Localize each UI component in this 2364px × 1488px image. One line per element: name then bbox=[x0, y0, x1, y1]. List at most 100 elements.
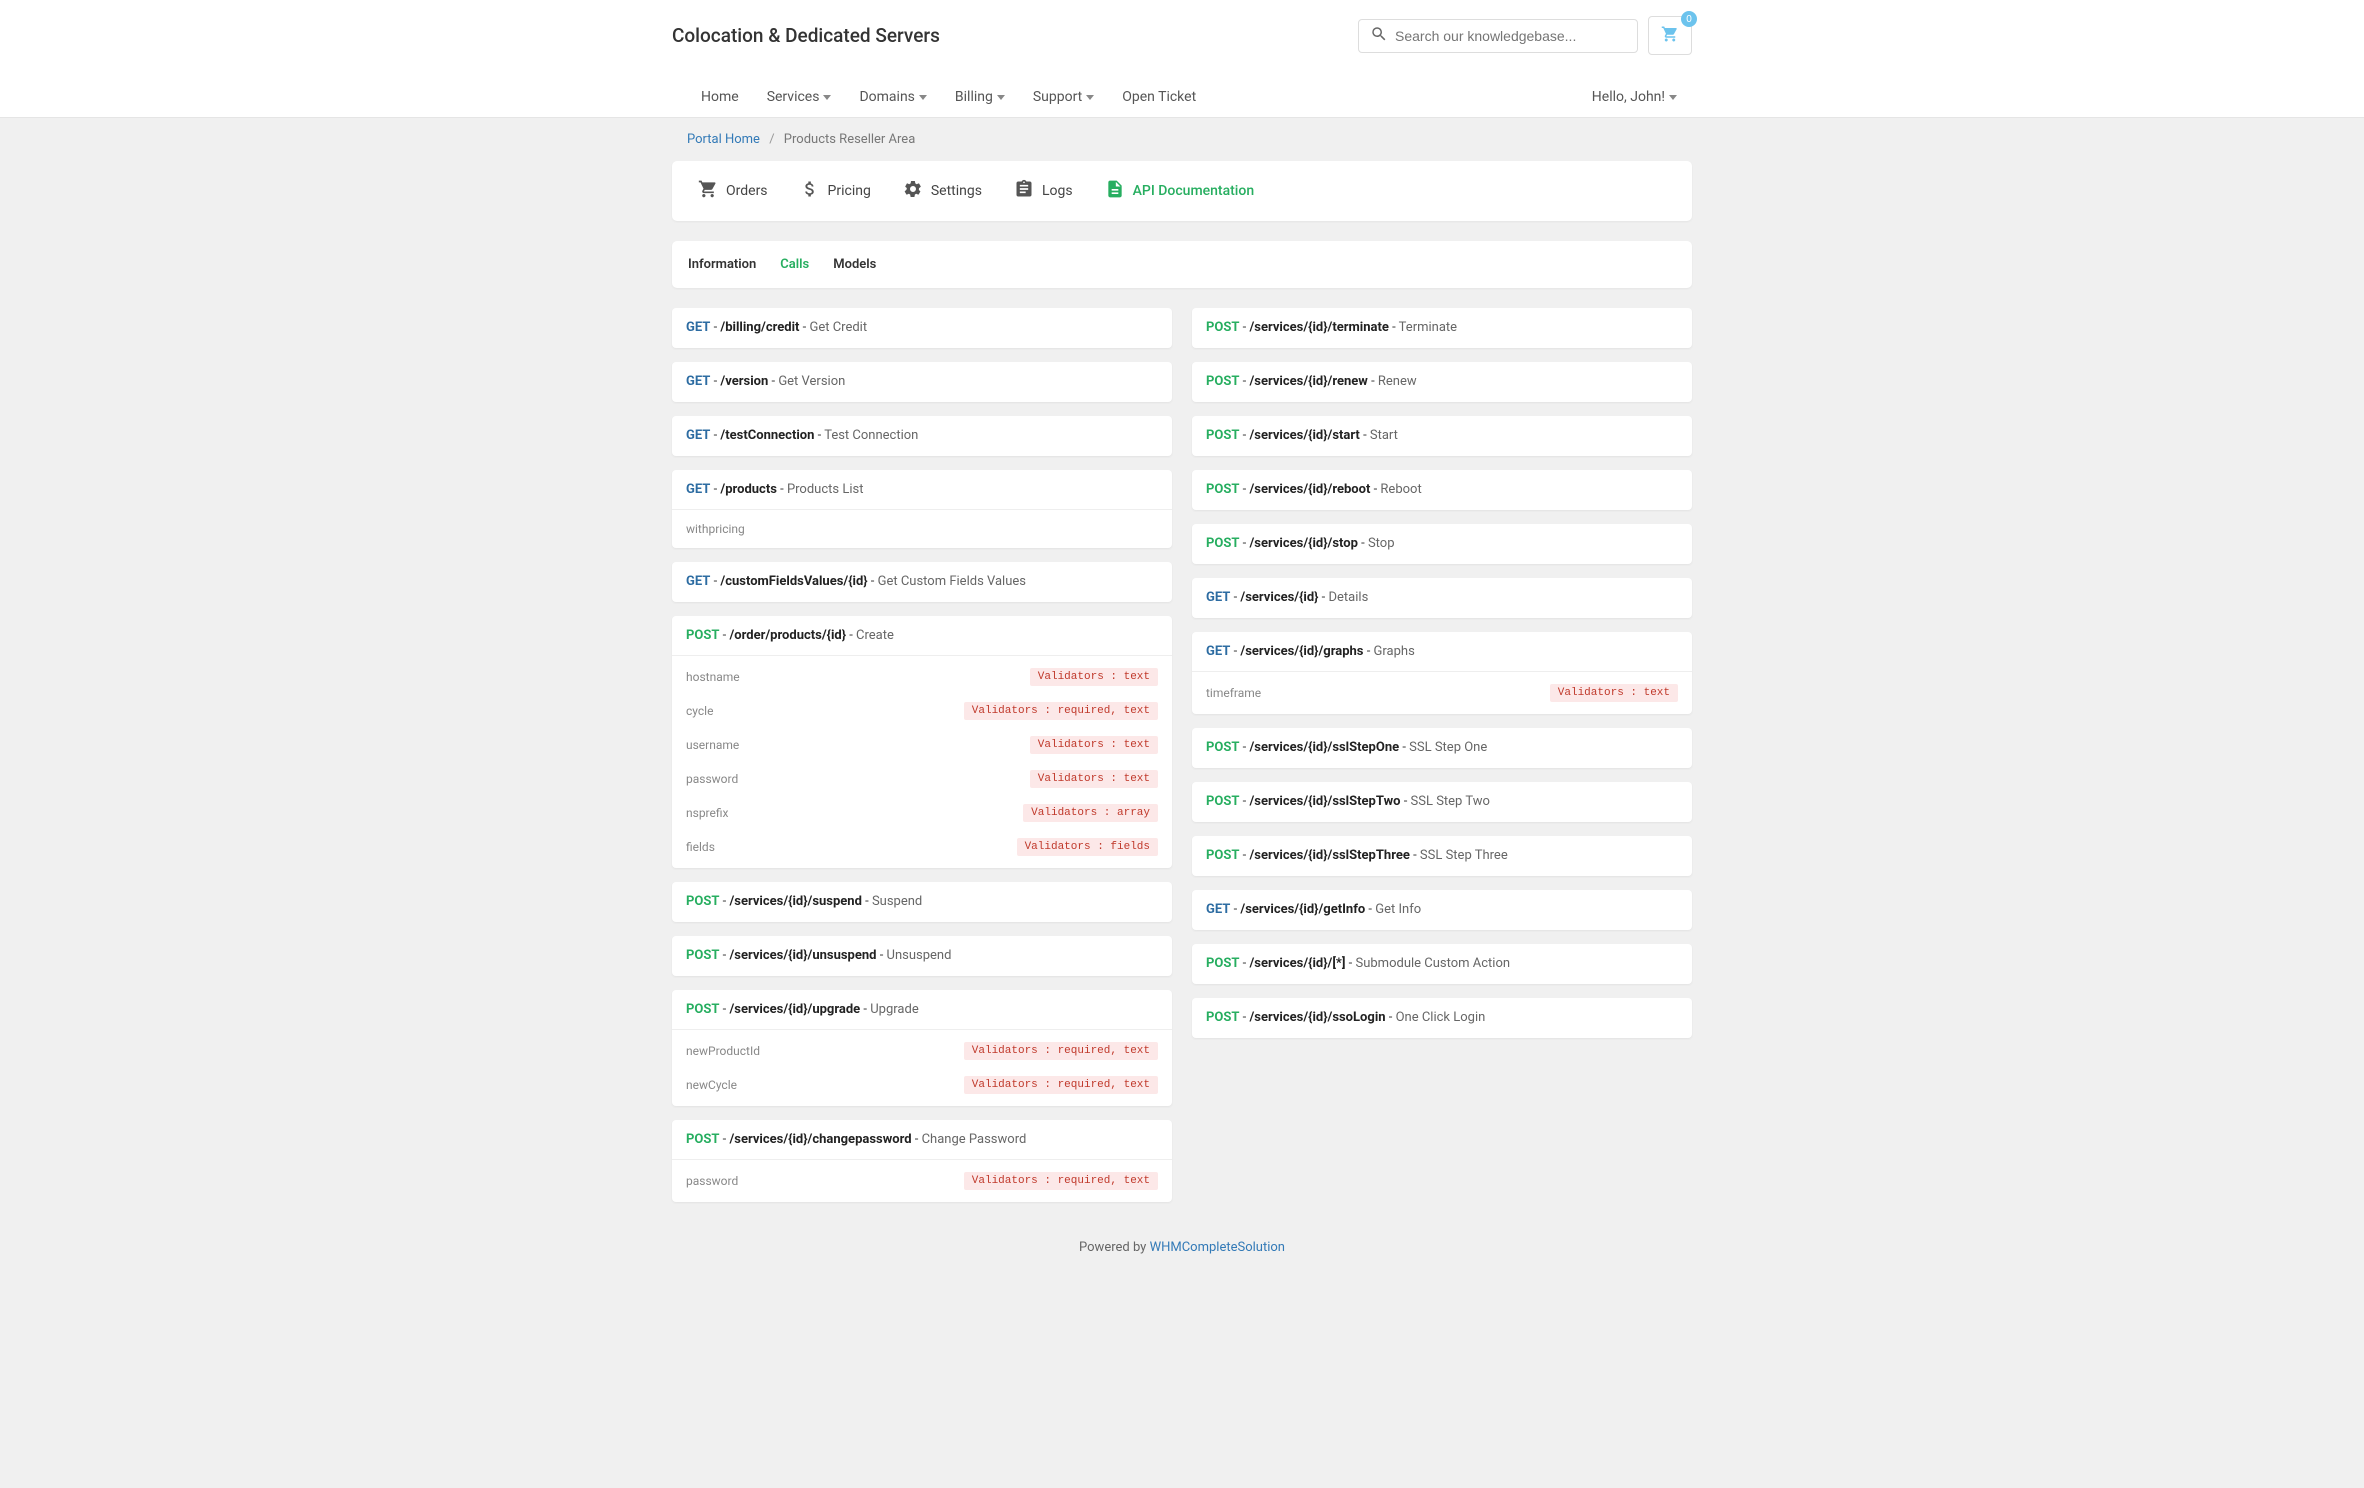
validator-chip: Validators : text bbox=[1030, 736, 1158, 754]
api-param-row: withpricing bbox=[672, 514, 1172, 544]
api-endpoint-header[interactable]: GET - /billing/credit - Get Credit bbox=[672, 308, 1172, 348]
validator-chip: Validators : text bbox=[1550, 684, 1678, 702]
api-method: POST bbox=[1206, 374, 1239, 389]
search-input[interactable] bbox=[1358, 19, 1638, 53]
api-endpoint-header[interactable]: GET - /services/{id}/graphs - Graphs bbox=[1192, 632, 1692, 672]
api-param-row: newCycleValidators : required, text bbox=[672, 1068, 1172, 1102]
validator-chip: Validators : required, text bbox=[964, 702, 1158, 720]
api-method: GET bbox=[1206, 902, 1230, 917]
footer-link[interactable]: WHMCompleteSolution bbox=[1150, 1240, 1285, 1255]
api-endpoint-header[interactable]: GET - /testConnection - Test Connection bbox=[672, 416, 1172, 456]
chevron-down-icon bbox=[1086, 95, 1094, 100]
api-endpoint-header[interactable]: GET - /version - Get Version bbox=[672, 362, 1172, 402]
api-description: SSL Step Three bbox=[1420, 848, 1508, 863]
api-endpoint-header[interactable]: GET - /services/{id} - Details bbox=[1192, 578, 1692, 618]
gear-icon bbox=[903, 179, 923, 203]
api-endpoint-header[interactable]: POST - /services/{id}/sslStepTwo - SSL S… bbox=[1192, 782, 1692, 822]
api-param-row: usernameValidators : text bbox=[672, 728, 1172, 762]
api-path: /customFieldsValues/{id} bbox=[720, 574, 867, 589]
tab-logs[interactable]: Logs bbox=[998, 173, 1089, 209]
api-endpoint: GET - /services/{id} - Details bbox=[1192, 578, 1692, 618]
api-endpoint-header[interactable]: POST - /services/{id}/stop - Stop bbox=[1192, 524, 1692, 564]
validator-chip: Validators : text bbox=[1030, 668, 1158, 686]
cart-button[interactable]: 0 bbox=[1648, 16, 1692, 55]
api-endpoint-header[interactable]: POST - /services/{id}/[*] - Submodule Cu… bbox=[1192, 944, 1692, 984]
api-endpoint: POST - /services/{id}/changepassword - C… bbox=[672, 1120, 1172, 1202]
nav-item-home[interactable]: Home bbox=[687, 77, 753, 117]
api-description: Start bbox=[1370, 428, 1398, 443]
api-endpoint-header[interactable]: POST - /services/{id}/suspend - Suspend bbox=[672, 882, 1172, 922]
api-endpoint-header[interactable]: POST - /services/{id}/sslStepThree - SSL… bbox=[1192, 836, 1692, 876]
clipboard-icon bbox=[1014, 179, 1034, 203]
api-endpoint: GET - /services/{id}/graphs - Graphstime… bbox=[1192, 632, 1692, 714]
cart-icon bbox=[1661, 31, 1679, 46]
search-icon bbox=[1370, 25, 1388, 47]
tab-settings[interactable]: Settings bbox=[887, 173, 998, 209]
api-description: Upgrade bbox=[870, 1002, 918, 1017]
chevron-down-icon bbox=[997, 95, 1005, 100]
nav-item-domains[interactable]: Domains bbox=[845, 77, 940, 117]
api-description: SSL Step Two bbox=[1411, 794, 1490, 809]
api-endpoint-header[interactable]: POST - /services/{id}/terminate - Termin… bbox=[1192, 308, 1692, 348]
site-title: Colocation & Dedicated Servers bbox=[672, 24, 940, 47]
api-description: Test Connection bbox=[824, 428, 918, 443]
param-name: password bbox=[686, 1174, 738, 1188]
api-endpoint-header[interactable]: POST - /services/{id}/ssoLogin - One Cli… bbox=[1192, 998, 1692, 1038]
api-endpoint-header[interactable]: POST - /services/{id}/renew - Renew bbox=[1192, 362, 1692, 402]
tab-label: Orders bbox=[726, 183, 768, 199]
api-path: /testConnection bbox=[720, 428, 814, 443]
nav-item-support[interactable]: Support bbox=[1019, 77, 1108, 117]
api-param-row: hostnameValidators : text bbox=[672, 660, 1172, 694]
nav-item-open-ticket[interactable]: Open Ticket bbox=[1108, 77, 1210, 117]
subtab-calls[interactable]: Calls bbox=[780, 257, 809, 272]
param-name: password bbox=[686, 772, 738, 786]
api-params: passwordValidators : required, text bbox=[672, 1160, 1172, 1202]
api-method: POST bbox=[1206, 536, 1239, 551]
nav-item-billing[interactable]: Billing bbox=[941, 77, 1019, 117]
doc-icon bbox=[1105, 179, 1125, 203]
api-endpoint-header[interactable]: GET - /services/{id}/getInfo - Get Info bbox=[1192, 890, 1692, 930]
nav-item-services[interactable]: Services bbox=[753, 77, 846, 117]
api-endpoint-header[interactable]: POST - /services/{id}/upgrade - Upgrade bbox=[672, 990, 1172, 1030]
param-name: cycle bbox=[686, 704, 713, 718]
api-path: /services/{id}/ssoLogin bbox=[1249, 1010, 1385, 1025]
api-endpoint-header[interactable]: POST - /services/{id}/sslStepOne - SSL S… bbox=[1192, 728, 1692, 768]
api-column-right: POST - /services/{id}/terminate - Termin… bbox=[1192, 308, 1692, 1038]
api-column-left: GET - /billing/credit - Get Credit GET - … bbox=[672, 308, 1172, 1202]
user-greeting[interactable]: Hello, John! bbox=[1592, 77, 1677, 117]
api-method: POST bbox=[1206, 956, 1239, 971]
validator-chip: Validators : required, text bbox=[964, 1042, 1158, 1060]
nav-label: Home bbox=[701, 89, 739, 105]
footer-prefix: Powered by bbox=[1079, 1240, 1150, 1255]
api-endpoint-header[interactable]: POST - /services/{id}/start - Start bbox=[1192, 416, 1692, 456]
api-endpoint-header[interactable]: GET - /products - Products List bbox=[672, 470, 1172, 510]
param-name: newCycle bbox=[686, 1078, 737, 1092]
api-method: POST bbox=[1206, 482, 1239, 497]
api-path: /services/{id}/sslStepOne bbox=[1249, 740, 1399, 755]
api-endpoint: POST - /services/{id}/sslStepThree - SSL… bbox=[1192, 836, 1692, 876]
api-path: /services/{id}/sslStepTwo bbox=[1249, 794, 1400, 809]
api-endpoint-header[interactable]: GET - /customFieldsValues/{id} - Get Cus… bbox=[672, 562, 1172, 602]
api-endpoint: POST - /services/{id}/renew - Renew bbox=[1192, 362, 1692, 402]
tab-api-documentation[interactable]: API Documentation bbox=[1089, 173, 1271, 209]
api-description: Get Info bbox=[1375, 902, 1421, 917]
api-param-row: cycle Validators : required, text bbox=[672, 694, 1172, 728]
api-description: Renew bbox=[1378, 374, 1417, 389]
breadcrumb-home[interactable]: Portal Home bbox=[687, 132, 760, 147]
tab-orders[interactable]: Orders bbox=[682, 173, 784, 209]
api-param-row: nsprefixValidators : array bbox=[672, 796, 1172, 830]
api-endpoint: POST - /services/{id}/sslStepTwo - SSL S… bbox=[1192, 782, 1692, 822]
tab-pricing[interactable]: Pricing bbox=[784, 173, 887, 209]
param-name: fields bbox=[686, 840, 715, 854]
subtab-information[interactable]: Information bbox=[688, 257, 756, 272]
subtab-models[interactable]: Models bbox=[833, 257, 876, 272]
api-endpoint-header[interactable]: POST - /services/{id}/unsuspend - Unsusp… bbox=[672, 936, 1172, 976]
dollar-icon bbox=[800, 179, 820, 203]
api-endpoint-header[interactable]: POST - /services/{id}/changepassword - C… bbox=[672, 1120, 1172, 1160]
chevron-down-icon bbox=[919, 95, 927, 100]
api-description: Reboot bbox=[1380, 482, 1421, 497]
api-path: /services/{id}/sslStepThree bbox=[1249, 848, 1409, 863]
cart-badge: 0 bbox=[1681, 11, 1697, 27]
api-endpoint-header[interactable]: POST - /services/{id}/reboot - Reboot bbox=[1192, 470, 1692, 510]
api-endpoint-header[interactable]: POST - /order/products/{id} - Create bbox=[672, 616, 1172, 656]
